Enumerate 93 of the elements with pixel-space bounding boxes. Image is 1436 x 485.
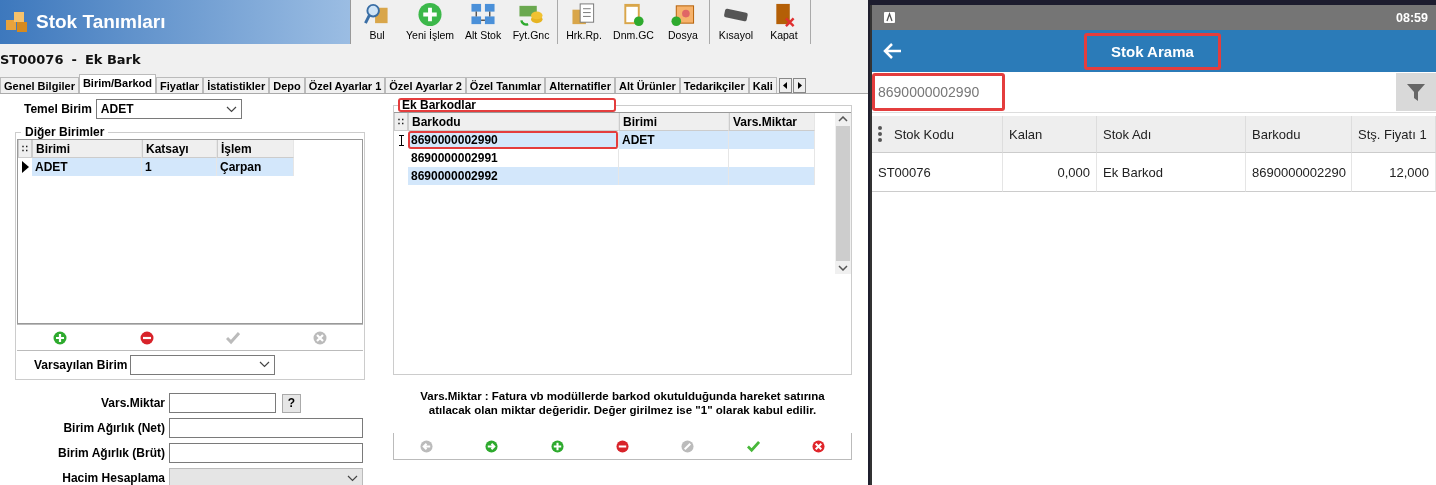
search-field[interactable]: 8690000002990: [872, 73, 1005, 111]
help-button[interactable]: ?: [282, 393, 301, 413]
default-unit-select[interactable]: [130, 354, 276, 375]
scrollbar[interactable]: [835, 113, 851, 274]
table-cell: 12,000: [1352, 153, 1436, 192]
column-header: Stş. Fiyatı 1: [1358, 127, 1427, 141]
table-cell: 1: [142, 158, 217, 176]
close-icon[interactable]: [811, 439, 825, 453]
separator-text: -: [71, 51, 77, 67]
tab[interactable]: Birim/Barkod: [78, 74, 156, 93]
column-header: Stok Adı: [1103, 127, 1152, 141]
toolbar-button[interactable]: Alt Stok: [459, 0, 508, 44]
tab[interactable]: İstatistikler: [203, 77, 270, 93]
field-label: Birim Ağırlık (Brüt): [57, 446, 165, 460]
help-note: Vars.Miktar : Fatura vb modüllerde barkod okutulduğunda hareket satırına atılacak olan miktar değeridir. Değer girilmez ise "1" olarak kabul edilir.: [419, 389, 826, 417]
picture-icon: [669, 2, 696, 27]
caret-icon: [347, 474, 358, 482]
toolbar-button[interactable]: Yeni İşlem: [401, 0, 460, 44]
tab[interactable]: Alt Ürünler: [614, 77, 680, 93]
scroll-right-icon[interactable]: [792, 78, 806, 93]
toolbar-button[interactable]: Hrk.Rp.: [560, 0, 609, 44]
toolbar-button[interactable]: Fyt.Gnc: [507, 0, 556, 44]
plus-icon: [417, 2, 444, 27]
tab[interactable]: Alternatifler: [545, 77, 615, 93]
caret-icon: [259, 361, 271, 368]
corner-mark: ∷: [18, 140, 32, 158]
base-unit-select[interactable]: ADET: [95, 99, 242, 119]
column-header: İşlem: [217, 140, 294, 158]
column-header: Vars.Miktar: [729, 113, 815, 131]
column-header: Stok Kodu: [894, 127, 954, 141]
tab[interactable]: Özel Ayarlar 1: [304, 77, 386, 93]
table-cell: ADET: [32, 158, 142, 176]
input-field[interactable]: [169, 443, 363, 463]
tab[interactable]: Özel Tanımlar: [465, 77, 546, 93]
table-cell: 8690000002290: [1246, 153, 1352, 192]
table-cell: 8690000002990: [408, 131, 619, 149]
tab[interactable]: Fiyatlar: [156, 77, 204, 93]
tab[interactable]: Depo: [269, 77, 305, 93]
scroll-up-icon[interactable]: [838, 116, 848, 122]
toolbar-button[interactable]: Kısayol: [711, 0, 760, 44]
magnifier-icon: [364, 2, 390, 27]
minus-icon[interactable]: [139, 330, 154, 345]
plus-icon[interactable]: [550, 439, 564, 453]
filter-button[interactable]: [1396, 73, 1436, 111]
table-cell: Çarpan: [217, 158, 294, 176]
screen-title: Stok Arama: [1084, 32, 1221, 70]
table-cell: 8690000002992: [408, 167, 619, 185]
checkmark-icon[interactable]: [746, 439, 760, 453]
tab[interactable]: Kali: [748, 77, 777, 93]
toolbar-button[interactable]: Bul: [353, 0, 401, 44]
input-field[interactable]: [169, 418, 363, 438]
scroll-left-icon[interactable]: [778, 78, 792, 93]
status-time: 08:59: [1396, 10, 1428, 25]
column-header: Kalan: [1009, 127, 1043, 141]
column-header: Barkodu: [408, 113, 619, 131]
field-label: Hacim Hesaplama: [61, 472, 165, 484]
group-title: Ek Barkodlar: [398, 98, 617, 112]
boxes-icon: [4, 10, 30, 34]
filter-icon: [1406, 82, 1426, 102]
field-label: Vars.Miktar: [99, 396, 165, 410]
toolbar-button[interactable]: Kapat: [759, 0, 808, 44]
tab[interactable]: Özel Ayarlar 2: [385, 77, 466, 93]
table-cell: ST00076: [872, 153, 1003, 192]
column-header: Katsayı: [142, 140, 217, 158]
computers-icon: [470, 2, 497, 27]
field-label: Birim Ağırlık (Net): [62, 421, 165, 435]
column-header: Barkodu: [1252, 127, 1301, 141]
field-label: Temel Birim: [24, 102, 92, 116]
window-title: Stok Tanımları: [36, 11, 166, 33]
table-cell: ADET: [619, 131, 729, 149]
column-header: Birimi: [619, 113, 729, 131]
stock-name: Ek Bark: [84, 51, 141, 67]
field-label: Varsayılan Birim: [34, 357, 128, 372]
back-arrow-icon[interactable]: [882, 42, 902, 60]
toolbar-button[interactable]: Dnm.GC: [608, 0, 659, 44]
scroll-down-icon[interactable]: [838, 265, 848, 271]
table-cell: 0,000: [1003, 153, 1097, 192]
more-options-icon[interactable]: [878, 126, 882, 142]
input-field[interactable]: [169, 393, 276, 413]
app-notification-icon: [884, 12, 895, 23]
caret-icon: [225, 105, 237, 113]
tab[interactable]: Tedarikçiler: [679, 77, 749, 93]
toolbar-button[interactable]: Dosya: [658, 0, 707, 44]
column-header: Birimi: [32, 140, 142, 158]
stock-code: ST00076: [0, 51, 64, 67]
minus-icon[interactable]: [616, 439, 629, 453]
tab[interactable]: Genel Bilgiler: [0, 77, 79, 93]
right-arrow-icon[interactable]: [485, 439, 499, 453]
scrollbar-thumb[interactable]: [836, 126, 850, 261]
plus-icon[interactable]: [53, 330, 68, 345]
table-cell: Ek Barkod: [1097, 153, 1246, 192]
corner-mark: ∷: [394, 113, 408, 131]
group-title: Diğer Birimler: [24, 125, 106, 139]
